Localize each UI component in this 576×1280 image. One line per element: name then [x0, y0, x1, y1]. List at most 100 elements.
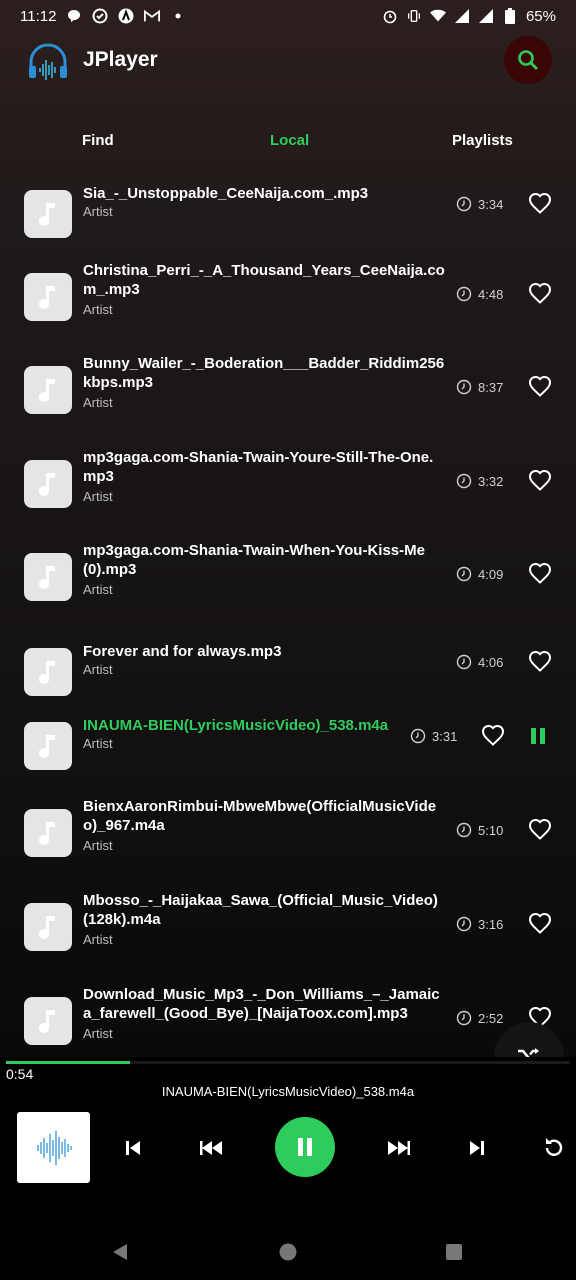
- a-app-icon: [118, 8, 134, 24]
- tab-find[interactable]: Find: [82, 132, 114, 149]
- row-pause-icon[interactable]: [527, 725, 549, 747]
- music-note-icon: [24, 903, 72, 951]
- duration-text: 4:06: [478, 654, 504, 670]
- favorite-heart-icon[interactable]: [528, 818, 552, 842]
- favorite-heart-icon[interactable]: [528, 375, 552, 399]
- wifi-icon: [429, 8, 446, 24]
- music-note-icon: [24, 273, 72, 321]
- song-title: Mbosso_-_Haijakaa_Sawa_(Official_Music_V…: [83, 892, 438, 928]
- favorite-heart-icon[interactable]: [528, 192, 552, 216]
- tab-bar: Find Local Playlists: [0, 132, 576, 166]
- favorite-heart-icon[interactable]: [528, 650, 552, 674]
- song-row[interactable]: mp3gaga.com-Shania-Twain-When-You-Kiss-M…: [0, 531, 576, 623]
- skip-next-button[interactable]: [464, 1135, 490, 1161]
- repeat-button[interactable]: [540, 1133, 568, 1161]
- song-row[interactable]: BienxAaronRimbui-MbweMbwe(OfficialMusicV…: [0, 787, 576, 879]
- skip-previous-icon: [126, 1141, 140, 1155]
- dot-icon: [170, 8, 186, 24]
- back-nav-button[interactable]: [108, 1240, 132, 1264]
- rewind-icon: [200, 1141, 222, 1155]
- skip-previous-button[interactable]: [120, 1135, 146, 1161]
- music-note-icon: [24, 366, 72, 414]
- song-artist: Artist: [83, 932, 113, 947]
- song-duration: 4:09: [456, 566, 503, 582]
- battery-icon: [502, 8, 518, 24]
- signal-icon: [454, 8, 470, 24]
- song-title: Forever and for always.mp3: [83, 643, 282, 660]
- song-duration: 3:31: [410, 728, 457, 744]
- gmail-icon: [144, 8, 161, 24]
- duration-text: 8:37: [478, 379, 504, 395]
- song-title: Sia_-_Unstoppable_CeeNaija.com_.mp3: [83, 185, 369, 202]
- song-title: INAUMA-BIEN(LyricsMusicVideo)_538.m4a: [83, 717, 389, 734]
- clock-icon: [456, 654, 472, 670]
- progress-bar[interactable]: [6, 1061, 570, 1064]
- back-triangle-icon: [113, 1244, 127, 1260]
- song-row[interactable]: Sia_-_Unstoppable_CeeNaija.com_.mp3 Artis…: [0, 177, 576, 259]
- song-duration: 8:37: [456, 379, 503, 395]
- tab-playlists[interactable]: Playlists: [452, 132, 513, 149]
- song-artist: Artist: [83, 489, 113, 504]
- song-duration: 5:10: [456, 822, 503, 838]
- vibrate-icon: [406, 8, 422, 24]
- song-title: mp3gaga.com-Shania-Twain-When-You-Kiss-M…: [83, 542, 425, 578]
- headphones-logo-icon: [26, 42, 70, 82]
- skip-next-icon: [470, 1141, 484, 1155]
- clock-icon: [456, 1010, 472, 1026]
- song-duration: 3:32: [456, 473, 503, 489]
- song-title: mp3gaga.com-Shania-Twain-Youre-Still-The…: [83, 449, 434, 485]
- song-artist: Artist: [83, 838, 113, 853]
- search-icon: [518, 50, 538, 70]
- song-artist: Artist: [83, 736, 113, 751]
- search-button[interactable]: [504, 36, 552, 84]
- home-nav-button[interactable]: [276, 1240, 300, 1264]
- clock-icon: [456, 473, 472, 489]
- album-art[interactable]: [17, 1112, 90, 1183]
- song-title: Christina_Perri_-_A_Thousand_Years_CeeNa…: [83, 262, 445, 298]
- song-artist: Artist: [83, 395, 113, 410]
- fast-forward-icon: [388, 1141, 410, 1155]
- recents-nav-button[interactable]: [442, 1240, 466, 1264]
- duration-text: 3:31: [432, 728, 458, 744]
- clock-icon: [456, 379, 472, 395]
- song-row[interactable]: mp3gaga.com-Shania-Twain-Youre-Still-The…: [0, 438, 576, 530]
- song-duration: 4:48: [456, 286, 503, 302]
- song-artist: Artist: [83, 662, 113, 677]
- now-playing-title: INAUMA-BIEN(LyricsMusicVideo)_538.m4a: [161, 1084, 415, 1099]
- signal-icon-2: [478, 8, 494, 24]
- favorite-heart-icon[interactable]: [528, 282, 552, 306]
- fast-forward-button[interactable]: [384, 1135, 412, 1161]
- song-row[interactable]: Bunny_Wailer_-_Boderation___Badder_Riddi…: [0, 344, 576, 436]
- song-row[interactable]: Christina_Perri_-_A_Thousand_Years_CeeNa…: [0, 251, 576, 343]
- music-note-icon: [24, 648, 72, 696]
- app-header: JPlayer Find Local Playlists: [0, 32, 576, 177]
- waveform-icon: [36, 1130, 72, 1165]
- song-row[interactable]: Mbosso_-_Haijakaa_Sawa_(Official_Music_V…: [0, 881, 576, 973]
- favorite-heart-icon[interactable]: [528, 912, 552, 936]
- music-note-icon: [24, 190, 72, 238]
- progress-fill: [6, 1061, 131, 1064]
- play-pause-button[interactable]: [275, 1117, 335, 1177]
- rewind-button[interactable]: [198, 1135, 226, 1161]
- clock-icon: [456, 286, 472, 302]
- duration-text: 4:48: [478, 286, 504, 302]
- clock-icon: [456, 916, 472, 932]
- song-row[interactable]: INAUMA-BIEN(LyricsMusicVideo)_538.m4a Art…: [0, 699, 576, 791]
- song-title: BienxAaronRimbui-MbweMbwe(OfficialMusicV…: [83, 798, 437, 834]
- favorite-heart-icon[interactable]: [481, 724, 505, 748]
- now-playing-bar: 0:54 INAUMA-BIEN(LyricsMusicVideo)_538.m…: [0, 1057, 576, 1190]
- duration-text: 3:34: [478, 196, 504, 212]
- tab-local[interactable]: Local: [270, 132, 309, 149]
- status-time: 11:12: [20, 7, 57, 25]
- app-title: JPlayer: [83, 48, 158, 71]
- check-circle-icon: [92, 8, 108, 24]
- favorite-heart-icon[interactable]: [528, 469, 552, 493]
- favorite-heart-icon[interactable]: [528, 562, 552, 586]
- duration-text: 3:32: [478, 473, 504, 489]
- duration-text: 4:09: [478, 566, 504, 582]
- song-row[interactable]: Download_Music_Mp3_-_Don_Williams_–_Jama…: [0, 975, 576, 1057]
- music-note-icon: [24, 460, 72, 508]
- song-title: Bunny_Wailer_-_Boderation___Badder_Riddi…: [83, 355, 445, 391]
- song-artist: Artist: [83, 1026, 113, 1041]
- song-duration: 3:16: [456, 916, 503, 932]
